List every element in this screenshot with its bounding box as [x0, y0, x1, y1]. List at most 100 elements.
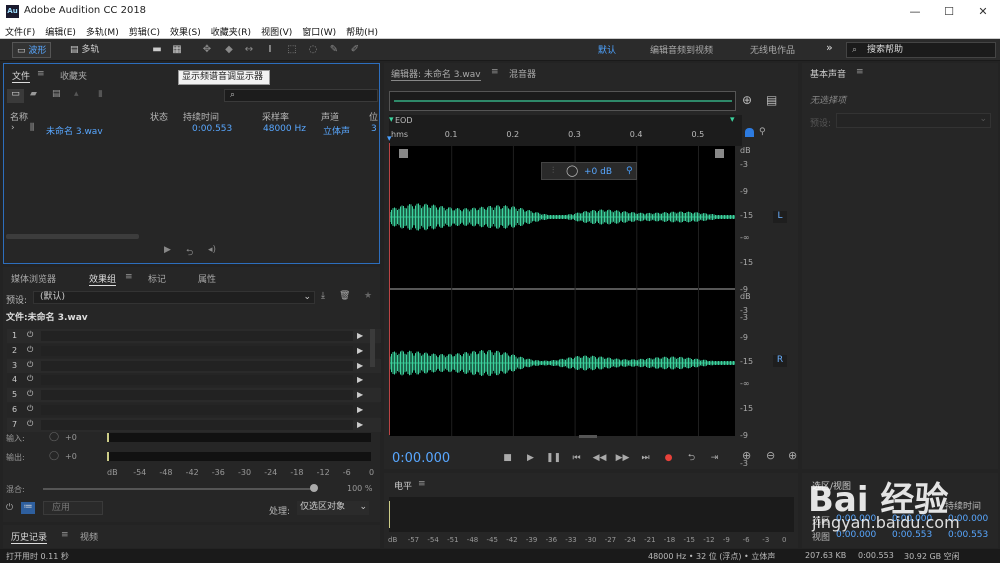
- power-icon[interactable]: ⏻: [27, 389, 33, 399]
- basic-preset-select[interactable]: ⌄: [836, 113, 991, 128]
- multitrack-view-button[interactable]: ▤ 多轨: [66, 42, 103, 58]
- volume-knob-icon[interactable]: ◯: [566, 164, 578, 177]
- tab-mixer[interactable]: 混音器: [509, 67, 536, 80]
- zoom-in-amplitude-icon[interactable]: ⊕: [742, 449, 751, 462]
- power-icon[interactable]: ⏻: [6, 503, 13, 513]
- loop-icon[interactable]: ⮌: [680, 450, 703, 466]
- slot-field[interactable]: [41, 360, 353, 371]
- power-icon[interactable]: ⏻: [27, 419, 33, 429]
- menu-file[interactable]: 文件(F): [0, 24, 40, 39]
- effect-slot[interactable]: 5 ⏻ ▶: [7, 388, 381, 403]
- workspace-edit-video[interactable]: 编辑音频到视频: [650, 43, 713, 56]
- import-icon[interactable]: ▰: [30, 89, 37, 99]
- tab-effects-rack[interactable]: 效果组: [89, 272, 117, 286]
- panel-menu-icon[interactable]: ≡: [856, 67, 864, 77]
- pin-icon[interactable]: ⚲: [759, 127, 766, 137]
- table-row[interactable]: › ⫼ 未命名 3.wav 0:00.553 48000 Hz 立体声 3: [5, 122, 379, 137]
- help-search-input[interactable]: ⌕ 搜索帮助: [846, 42, 996, 58]
- pause-icon[interactable]: ❚❚: [542, 453, 565, 463]
- power-icon[interactable]: ⏻: [27, 360, 33, 370]
- list-icon[interactable]: ≔: [21, 502, 35, 514]
- power-icon[interactable]: ⏻: [27, 374, 33, 384]
- delete-preset-icon[interactable]: 🗑: [339, 291, 350, 301]
- zoom-out-amplitude-icon[interactable]: ⊖: [766, 449, 775, 462]
- tab-properties[interactable]: 属性: [198, 272, 216, 285]
- maximize-button[interactable]: ☐: [932, 0, 966, 24]
- zoom-in-time-icon[interactable]: ⊕: [788, 449, 797, 462]
- menu-edit[interactable]: 编辑(E): [40, 24, 81, 39]
- file-search-input[interactable]: ⌕: [224, 89, 378, 102]
- fade-out-handle[interactable]: [715, 149, 724, 158]
- slot-field[interactable]: [41, 345, 353, 356]
- rewind-icon[interactable]: ◀◀: [588, 453, 611, 463]
- slip-tool-icon[interactable]: ↔: [242, 43, 256, 57]
- slot-arrow-icon[interactable]: ▶: [357, 375, 363, 384]
- playhead-handle[interactable]: ▾: [387, 134, 392, 144]
- menu-clip[interactable]: 剪辑(C): [124, 24, 165, 39]
- workspace-default[interactable]: 默认: [598, 43, 616, 56]
- save-preset-icon[interactable]: ⤓: [321, 291, 325, 301]
- waveform-view-button[interactable]: ▭ 波形: [12, 42, 52, 58]
- power-icon[interactable]: ⏻: [27, 404, 33, 414]
- menu-help[interactable]: 帮助(H): [341, 24, 383, 39]
- apply-button[interactable]: 应用: [43, 501, 103, 515]
- menu-multitrack[interactable]: 多轨(M): [81, 24, 124, 39]
- panel-menu-icon[interactable]: ≡: [125, 272, 133, 282]
- autoplay-icon[interactable]: ◂): [208, 245, 216, 255]
- slot-field[interactable]: [41, 331, 353, 341]
- minimize-button[interactable]: —: [898, 0, 932, 24]
- effect-slot[interactable]: 3 ⏻ ▶: [7, 358, 381, 373]
- headphone-icon[interactable]: [745, 128, 754, 137]
- slot-arrow-icon[interactable]: ▶: [357, 405, 363, 414]
- tab-history[interactable]: 历史记录: [11, 530, 48, 544]
- process-select[interactable]: 仅选区对象 ⌄: [297, 501, 369, 515]
- channel-right-toggle[interactable]: R: [773, 355, 787, 367]
- more-workspaces-button[interactable]: »: [826, 41, 833, 54]
- spectral-frequency-icon[interactable]: ▬: [150, 43, 164, 57]
- slot-arrow-icon[interactable]: ▶: [357, 420, 363, 429]
- output-knob-icon[interactable]: ◯: [49, 451, 59, 461]
- insert-icon[interactable]: ▴: [74, 89, 79, 99]
- stop-icon[interactable]: ■: [496, 453, 519, 463]
- slot-arrow-icon[interactable]: ▶: [357, 361, 363, 370]
- effect-slot[interactable]: 7 ⏻ ▶: [7, 417, 381, 432]
- pin-icon[interactable]: ⚲: [626, 166, 633, 176]
- new-file-icon[interactable]: ▤: [52, 89, 61, 99]
- slot-field[interactable]: [41, 375, 353, 386]
- mix-slider-handle[interactable]: [310, 484, 318, 492]
- skip-selection-icon[interactable]: ⇥: [703, 453, 726, 463]
- output-gain-value[interactable]: +0: [65, 452, 77, 461]
- razor-tool-icon[interactable]: ◆: [222, 43, 236, 57]
- menu-favorites[interactable]: 收藏夹(R): [206, 24, 256, 39]
- fast-forward-icon[interactable]: ▶▶: [611, 453, 634, 463]
- fade-in-handle[interactable]: [399, 149, 408, 158]
- slots-scrollbar[interactable]: [370, 329, 375, 367]
- preset-select[interactable]: (默认) ⌄: [33, 291, 315, 304]
- input-gain-value[interactable]: +0: [65, 433, 77, 442]
- slot-field[interactable]: [41, 419, 353, 430]
- slot-arrow-icon[interactable]: ▶: [357, 346, 363, 355]
- slot-field[interactable]: [41, 405, 353, 415]
- slot-field[interactable]: [41, 390, 353, 401]
- spot-heal-tool-icon[interactable]: ✐: [348, 43, 362, 57]
- play-icon[interactable]: ▶: [519, 453, 542, 463]
- display-icon[interactable]: ▤: [766, 93, 777, 107]
- tab-media-browser[interactable]: 媒体浏览器: [11, 272, 56, 285]
- spectral-pitch-icon[interactable]: ▦: [170, 43, 184, 57]
- tab-files[interactable]: 文件: [12, 69, 31, 83]
- open-file-icon[interactable]: ▭: [7, 89, 24, 103]
- expand-arrow-icon[interactable]: ›: [11, 123, 15, 133]
- end-marker-icon[interactable]: ▾: [730, 115, 735, 125]
- effect-slot[interactable]: 4 ⏻ ▶: [7, 373, 381, 388]
- hud-volume[interactable]: ⫶ ◯ +0 dB ⚲: [541, 162, 637, 180]
- play-icon[interactable]: ▶: [164, 245, 171, 255]
- tab-editor[interactable]: 编辑器: 未命名 3.wav: [391, 67, 481, 81]
- panel-menu-icon[interactable]: ≡: [37, 69, 45, 79]
- favorite-icon[interactable]: ★: [364, 291, 372, 301]
- slot-arrow-icon[interactable]: ▶: [357, 390, 363, 399]
- power-icon[interactable]: ⏻: [27, 330, 33, 340]
- slot-arrow-icon[interactable]: ▶: [357, 331, 363, 340]
- record-icon[interactable]: ●: [657, 453, 680, 463]
- panel-menu-icon[interactable]: ≡: [491, 67, 499, 77]
- effect-slot[interactable]: 6 ⏻ ▶: [7, 403, 381, 417]
